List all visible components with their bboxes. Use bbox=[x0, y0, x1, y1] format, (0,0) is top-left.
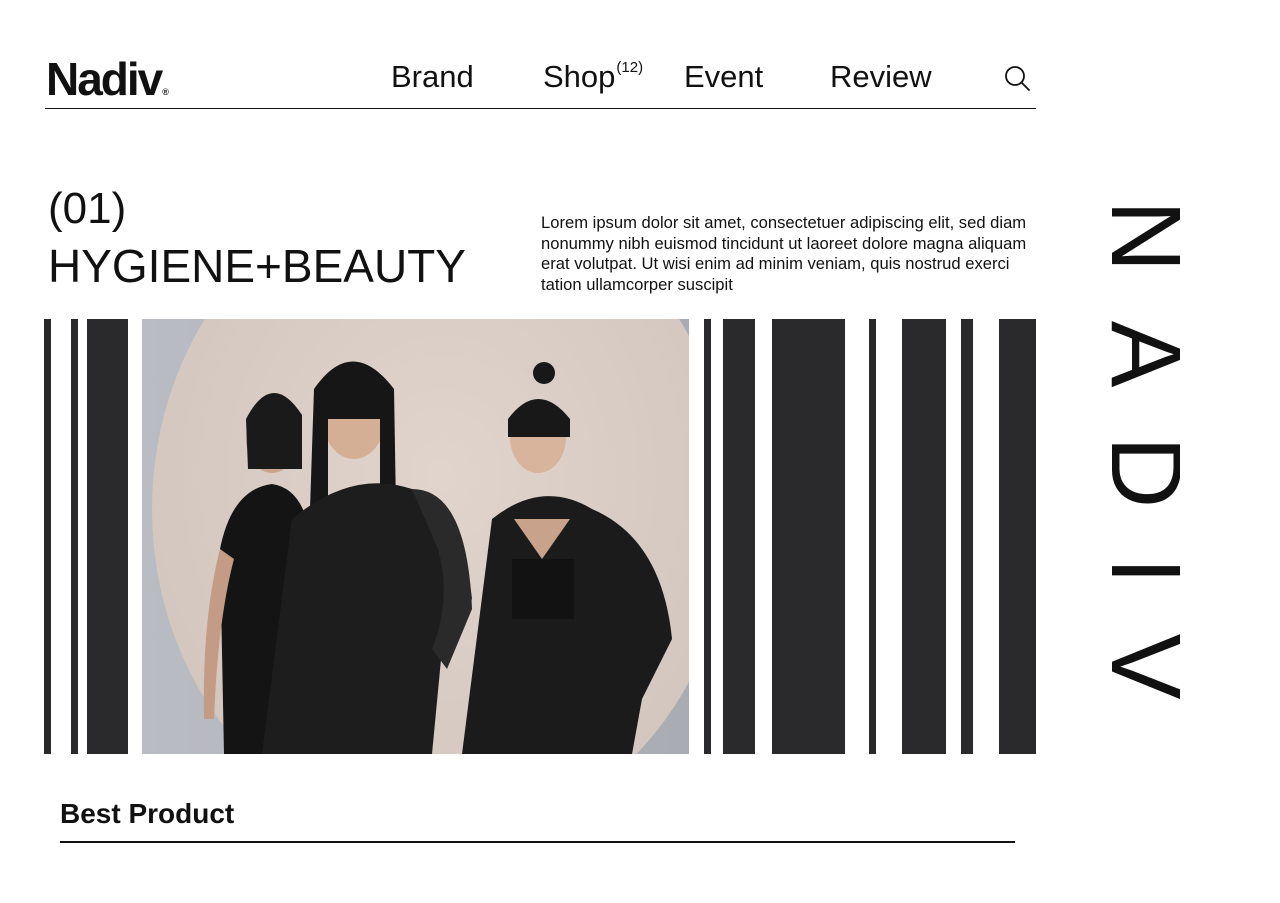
hero-description: Lorem ipsum dolor sit amet, consectetuer… bbox=[541, 213, 1027, 294]
barcode-stripe bbox=[902, 319, 946, 754]
header-divider bbox=[45, 108, 1036, 109]
barcode-stripe bbox=[723, 319, 755, 754]
barcode-stripe bbox=[999, 319, 1036, 754]
nav-item-label: Event bbox=[684, 59, 764, 94]
search-icon[interactable] bbox=[1003, 64, 1031, 92]
nav-item-label: Shop bbox=[543, 59, 616, 94]
barcode-stripe bbox=[869, 319, 876, 754]
nav-item-shop[interactable]: Shop(12) bbox=[543, 58, 644, 94]
barcode-stripe bbox=[71, 319, 78, 754]
nav-item-review[interactable]: Review bbox=[830, 59, 932, 94]
best-product-title: Best Product bbox=[60, 798, 235, 829]
barcode-stripe bbox=[87, 319, 128, 754]
shop-count-badge: (12) bbox=[616, 58, 644, 76]
barcode-stripe bbox=[704, 319, 711, 754]
vertical-brand-wordmark: NADIV bbox=[1100, 200, 1180, 700]
registered-mark: ® bbox=[162, 87, 169, 97]
nav-item-label: Review bbox=[830, 59, 932, 94]
brand-logo[interactable]: Nadiv® bbox=[46, 56, 169, 102]
nav-item-brand[interactable]: Brand bbox=[391, 59, 474, 94]
hero-image bbox=[142, 319, 689, 754]
logo-text: Nadiv bbox=[46, 53, 163, 105]
nav-item-label: Brand bbox=[391, 59, 474, 94]
barcode-stripe bbox=[44, 319, 51, 754]
best-product-divider bbox=[60, 841, 1015, 843]
section-title: HYGIENE+BEAUTY bbox=[48, 240, 466, 292]
barcode-stripe bbox=[961, 319, 973, 754]
section-number: (01) bbox=[48, 184, 127, 233]
barcode-stripe bbox=[772, 319, 845, 754]
nav-item-event[interactable]: Event bbox=[684, 59, 764, 94]
vertical-brand-text: NADIV bbox=[1100, 200, 1180, 700]
